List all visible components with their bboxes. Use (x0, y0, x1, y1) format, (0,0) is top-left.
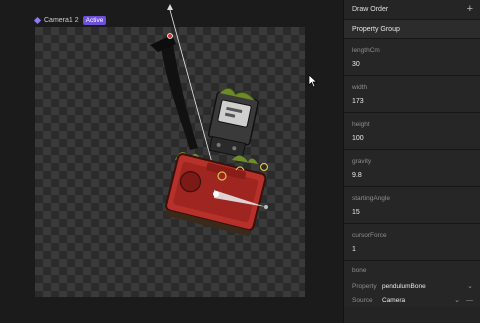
doodle-circle (259, 162, 269, 172)
bone-tip (264, 205, 268, 209)
remove-icon[interactable]: — (466, 297, 473, 304)
property-value-input[interactable]: 173 (352, 98, 473, 105)
bone-title: bone (352, 266, 367, 274)
property-label: width (352, 83, 368, 91)
bone-source-key: Source (352, 296, 373, 304)
bone-joint (213, 191, 219, 197)
property-label: lengthCm (352, 46, 380, 54)
camera-strap (160, 38, 198, 150)
canvas-area[interactable]: Camera1 2 Active (0, 0, 343, 323)
chevron-down-icon[interactable]: ⌄ (454, 296, 460, 304)
bone-section: bone Property pendulumBone ⌄ Source Came… (344, 261, 480, 307)
property-value-input[interactable]: 9.8 (352, 172, 473, 179)
property-row[interactable]: startingAngle 15 (344, 187, 480, 224)
bone-property-select[interactable]: pendulumBone (382, 283, 463, 290)
property-row[interactable]: height 100 (344, 113, 480, 150)
property-value-input[interactable]: 100 (352, 135, 473, 142)
property-label: cursorForce (352, 231, 387, 239)
bone-property-key: Property (352, 282, 377, 290)
property-row[interactable]: cursorForce 1 (344, 224, 480, 261)
chevron-down-icon[interactable]: ⌄ (467, 282, 473, 290)
anchor-top-icon (167, 4, 173, 10)
property-label: startingAngle (352, 194, 390, 202)
property-row[interactable]: gravity 9.8 (344, 150, 480, 187)
property-row[interactable]: lengthCm 30 (344, 39, 480, 76)
grass-tuft (232, 155, 258, 164)
draw-order-header[interactable]: Draw Order + (344, 0, 480, 20)
property-group-label: Property Group (352, 25, 400, 33)
plus-icon[interactable]: + (467, 4, 473, 15)
property-value-input[interactable]: 30 (352, 61, 473, 68)
mouse-cursor-icon (308, 74, 318, 88)
property-value-input[interactable]: 1 (352, 246, 473, 253)
property-label: gravity (352, 157, 372, 165)
pendulum-scene (150, 4, 269, 237)
pivot-point (167, 33, 173, 39)
property-row[interactable]: width 173 (344, 76, 480, 113)
inspector-sidebar: Draw Order + Property Group lengthCm 30 … (343, 0, 480, 323)
property-value-input[interactable]: 15 (352, 209, 473, 216)
property-group-header[interactable]: Property Group (344, 20, 480, 39)
tv-camera (207, 87, 259, 158)
property-label: height (352, 120, 370, 128)
draw-order-label: Draw Order (352, 6, 389, 13)
bone-source-row[interactable]: Source Camera ⌄ — (352, 293, 473, 307)
bone-source-select[interactable]: Camera (382, 297, 450, 304)
bone-property-row[interactable]: Property pendulumBone ⌄ (352, 279, 473, 293)
